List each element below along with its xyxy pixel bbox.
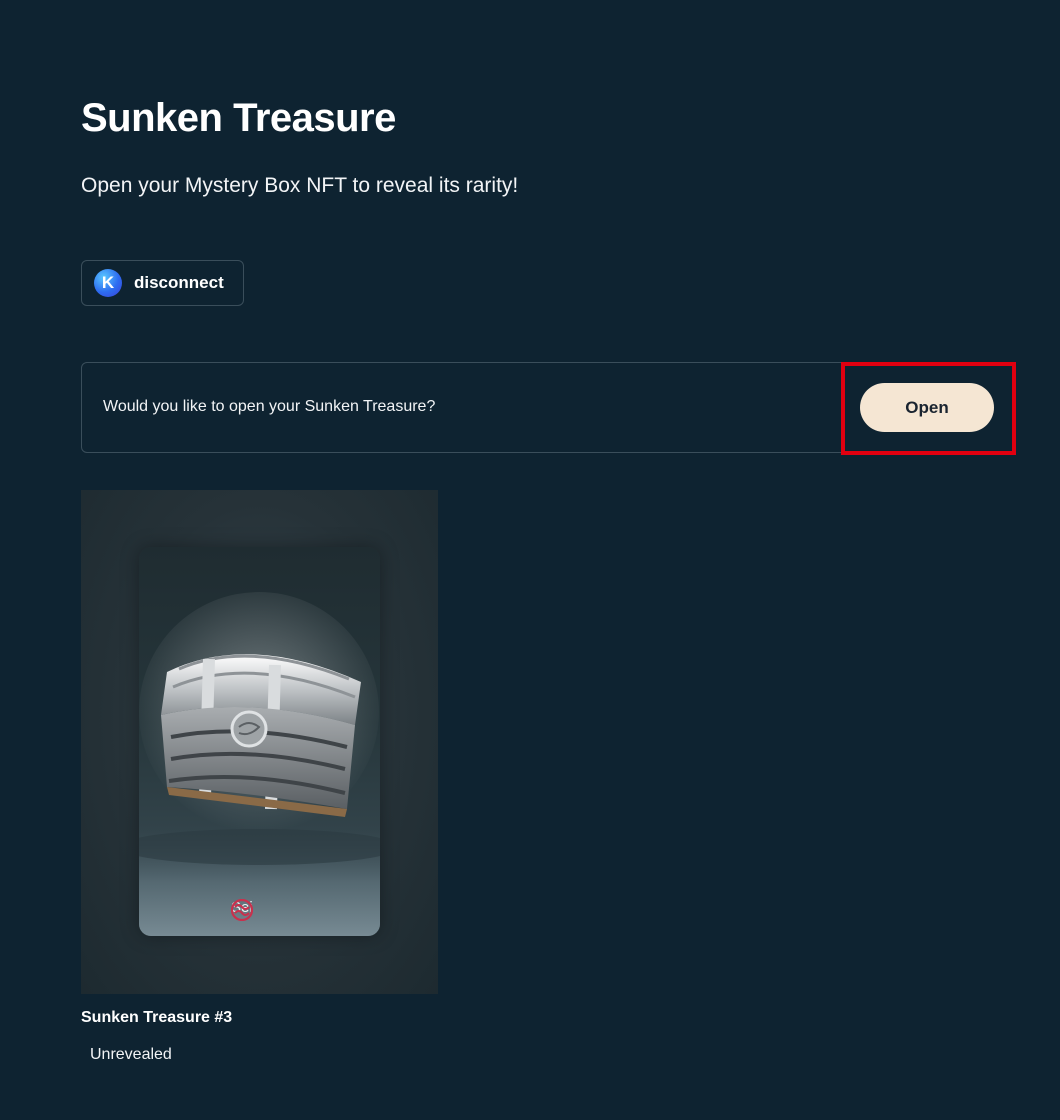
- open-prompt-card: Would you like to open your Sunken Treas…: [81, 362, 1016, 453]
- sei-logo-icon: [231, 899, 253, 921]
- keplr-wallet-icon: K: [94, 269, 122, 297]
- page-subtitle: Open your Mystery Box NFT to reveal its …: [81, 174, 519, 197]
- disconnect-wallet-button[interactable]: K disconnect: [81, 260, 244, 306]
- disconnect-label: disconnect: [134, 273, 224, 292]
- nft-name: Sunken Treasure #3: [81, 1009, 233, 1026]
- nft-image[interactable]: Sei: [81, 490, 438, 994]
- treasure-chest-card: Sei: [139, 547, 380, 936]
- open-prompt-text: Would you like to open your Sunken Treas…: [103, 398, 436, 415]
- nft-status: Unrevealed: [90, 1046, 172, 1063]
- treasure-chest-icon: [139, 592, 380, 936]
- open-button[interactable]: Open: [860, 383, 994, 432]
- page-title: Sunken Treasure: [81, 96, 396, 140]
- sei-badge: Sei: [231, 899, 253, 921]
